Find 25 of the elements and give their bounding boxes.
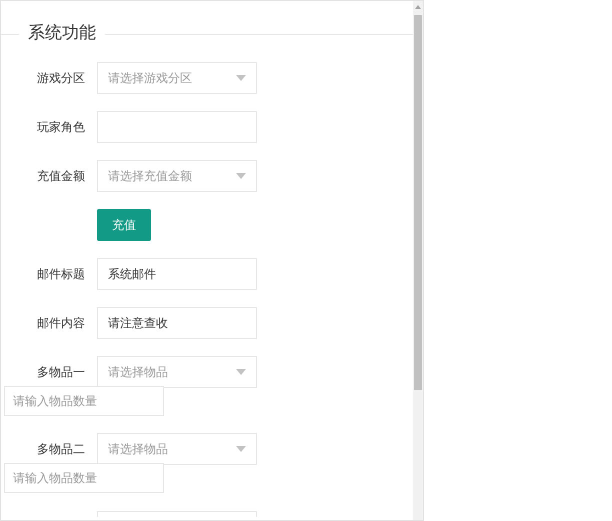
- select-field[interactable]: 请选择物品: [97, 356, 257, 388]
- scroll-up-icon[interactable]: [415, 5, 421, 9]
- quantity-field[interactable]: 请输入物品数量: [4, 463, 164, 493]
- field-label: 玩家角色: [36, 119, 86, 136]
- caret-icon: [236, 75, 246, 81]
- field-label: 充值金额: [36, 168, 86, 185]
- input-field[interactable]: 系统邮件: [97, 258, 257, 290]
- select-field[interactable]: 请选择物品: [97, 433, 257, 465]
- input-field[interactable]: 请注意查收: [97, 307, 257, 339]
- select-field[interactable]: 请选择游戏分区: [97, 62, 257, 94]
- section-legend: 系统功能: [19, 21, 105, 47]
- field-label: 多物品一: [36, 364, 86, 381]
- field-label: 邮件标题: [36, 266, 86, 283]
- scrollbar[interactable]: [413, 1, 423, 520]
- field-label: 游戏分区: [36, 70, 86, 87]
- caret-icon: [236, 173, 246, 179]
- caret-icon: [236, 446, 246, 452]
- select-field[interactable]: 请选择充值金额: [97, 160, 257, 192]
- recharge-button[interactable]: 充值: [97, 209, 151, 241]
- caret-icon: [236, 369, 246, 375]
- field-label: 多物品二: [36, 441, 86, 458]
- field-label: 邮件内容: [36, 315, 86, 332]
- scrollbar-thumb[interactable]: [414, 15, 422, 390]
- input-field[interactable]: [97, 111, 257, 143]
- quantity-field[interactable]: 请输入物品数量: [4, 386, 164, 416]
